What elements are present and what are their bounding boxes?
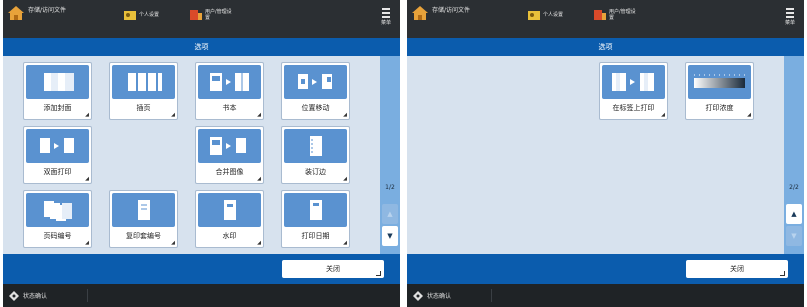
menu-icon	[382, 8, 390, 10]
bottom-bar: 关闭	[407, 254, 804, 284]
bottom-bar: 关闭	[3, 254, 400, 284]
close-button[interactable]: 关闭	[686, 260, 788, 278]
copy-set-numbering-icon	[112, 193, 175, 227]
status-monitor-button[interactable]: 状态确认	[9, 289, 89, 302]
menu-icon	[786, 8, 794, 10]
option-print-density[interactable]: 打印浓度 ◢	[685, 62, 754, 120]
option-print-date[interactable]: 打印日期 ◢	[281, 190, 350, 248]
status-monitor-icon	[9, 290, 19, 301]
admin-settings-icon	[594, 10, 606, 20]
option-two-sided[interactable]: 双面打印 ◢	[23, 126, 92, 184]
options-screen-page-1: 存储/访问文件 个人设置 用户/管理设置 菜单 选项 添加封面 ◢ 插页 ◢ 书…	[3, 0, 400, 307]
home-button[interactable]: 存储/访问文件	[7, 5, 72, 21]
scroll-down-button[interactable]: ▼	[786, 226, 802, 246]
option-watermark[interactable]: 水印 ◢	[195, 190, 264, 248]
menu-button[interactable]: 菜单	[378, 6, 394, 30]
status-monitor-button[interactable]: 状态确认	[413, 289, 493, 302]
menu-button[interactable]: 菜单	[782, 6, 798, 30]
close-button[interactable]: 关闭	[282, 260, 384, 278]
option-page-numbering[interactable]: 页码编号 ◢	[23, 190, 92, 248]
arrow-up-icon: ▲	[387, 210, 393, 218]
options-content: 在标签上打印 ◢ 打印浓度 ◢ 2/2 ▲ ▼	[407, 56, 804, 254]
option-shift-position[interactable]: 位置移动 ◢	[281, 62, 350, 120]
page-indicator: 2/2	[789, 184, 799, 191]
screen-title: 选项	[3, 38, 400, 56]
home-label: 存储/访问文件	[28, 7, 67, 14]
print-date-icon	[284, 193, 347, 227]
add-cover-icon	[26, 65, 89, 99]
options-grid: 添加封面 ◢ 插页 ◢ 书本 ◢ 位置移动 ◢ 双面打印 ◢ 合并图像 ◢ 装订…	[23, 62, 371, 248]
option-insert-sheets[interactable]: 插页 ◢	[109, 62, 178, 120]
home-button[interactable]: 存储/访问文件	[411, 5, 476, 21]
status-monitor-icon	[413, 290, 423, 301]
scrollbar[interactable]: 2/2 ▲ ▼	[784, 56, 804, 254]
personal-settings-button[interactable]: 个人设置	[123, 9, 159, 21]
status-bar: 状态确认	[407, 284, 804, 307]
screen-title: 选项	[407, 38, 804, 56]
admin-settings-button[interactable]: 用户/管理设置	[593, 9, 639, 21]
watermark-icon	[198, 193, 261, 227]
gutter-icon	[284, 129, 347, 163]
home-house-icon	[412, 6, 428, 20]
personal-settings-icon	[528, 11, 540, 20]
home-label: 存储/访问文件	[432, 7, 471, 14]
option-copy-set-numbering[interactable]: 复印套编号 ◢	[109, 190, 178, 248]
arrow-up-icon: ▲	[791, 210, 797, 218]
personal-settings-icon	[124, 11, 136, 20]
page-numbering-icon	[26, 193, 89, 227]
print-on-tab-icon	[602, 65, 665, 99]
options-content: 添加封面 ◢ 插页 ◢ 书本 ◢ 位置移动 ◢ 双面打印 ◢ 合并图像 ◢ 装订…	[3, 56, 400, 254]
page-indicator: 1/2	[385, 184, 395, 191]
option-merge-images[interactable]: 合并图像 ◢	[195, 126, 264, 184]
option-gutter[interactable]: 装订边 ◢	[281, 126, 350, 184]
option-add-cover[interactable]: 添加封面 ◢	[23, 62, 92, 120]
scroll-up-button[interactable]: ▲	[786, 204, 802, 224]
admin-settings-button[interactable]: 用户/管理设置	[189, 9, 235, 21]
personal-settings-button[interactable]: 个人设置	[527, 9, 563, 21]
option-print-on-tab[interactable]: 在标签上打印 ◢	[599, 62, 668, 120]
insert-sheets-icon	[112, 65, 175, 99]
shift-position-icon	[284, 65, 347, 99]
status-bar: 状态确认	[3, 284, 400, 307]
option-booklet[interactable]: 书本 ◢	[195, 62, 264, 120]
arrow-down-icon: ▼	[387, 232, 393, 240]
arrow-down-icon: ▼	[791, 232, 797, 240]
top-bar: 存储/访问文件 个人设置 用户/管理设置 菜单	[407, 0, 804, 38]
scrollbar[interactable]: 1/2 ▲ ▼	[380, 56, 400, 254]
scroll-down-button[interactable]: ▼	[382, 226, 398, 246]
options-grid: 在标签上打印 ◢ 打印浓度 ◢	[427, 62, 775, 248]
two-sided-icon	[26, 129, 89, 163]
print-density-icon	[688, 65, 751, 99]
booklet-icon	[198, 65, 261, 99]
scroll-up-button[interactable]: ▲	[382, 204, 398, 224]
admin-settings-icon	[190, 10, 202, 20]
home-house-icon	[8, 6, 24, 20]
merge-images-icon	[198, 129, 261, 163]
top-bar: 存储/访问文件 个人设置 用户/管理设置 菜单	[3, 0, 400, 38]
options-screen-page-2: 存储/访问文件 个人设置 用户/管理设置 菜单 选项 在标签上打印 ◢ 打印浓度…	[407, 0, 804, 307]
